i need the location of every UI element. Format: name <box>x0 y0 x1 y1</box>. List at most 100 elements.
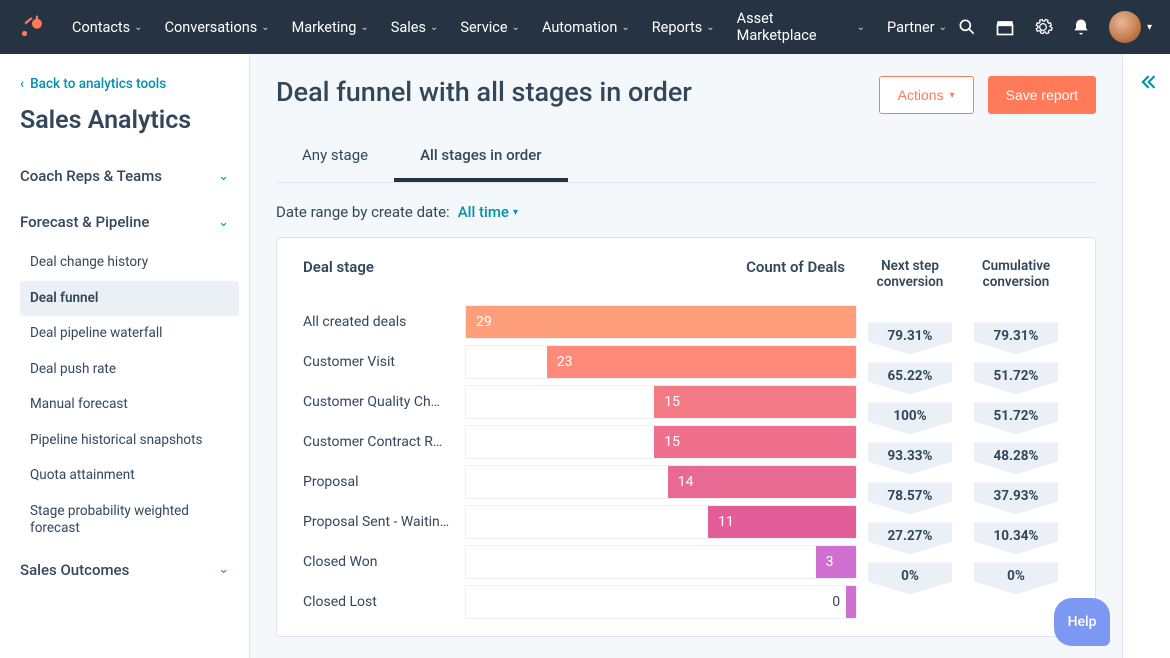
sidebar-group-label: Coach Reps & Teams <box>20 167 162 185</box>
chevron-down-icon: ⌄ <box>512 22 520 33</box>
chevron-down-icon: ⌄ <box>218 169 229 184</box>
funnel-bar-zone: 29 <box>465 305 857 339</box>
tab-all-stages-in-order[interactable]: All stages in order <box>394 132 567 182</box>
tab-any-stage[interactable]: Any stage <box>276 132 394 182</box>
funnel-row: Customer Contract R…1593.33%48.28% <box>303 422 1069 462</box>
funnel-stage-label: Proposal Sent - Waitin… <box>303 514 465 530</box>
date-filter-value-text: All time <box>458 203 509 221</box>
funnel-bar[interactable]: 15 <box>654 426 856 458</box>
funnel-row: Proposal Sent - Waitin…1127.27%10.34% <box>303 502 1069 542</box>
sidebar: ‹ Back to analytics tools Sales Analytic… <box>0 54 250 658</box>
nav-item-sales[interactable]: Sales ⌄ <box>381 4 449 50</box>
funnel-row: Closed Won30%0% <box>303 542 1069 582</box>
funnel-bar[interactable]: 15 <box>654 386 856 418</box>
nav-item-label: Marketing <box>292 19 357 36</box>
chevron-down-icon: ⌄ <box>218 215 229 230</box>
expand-panel-icon[interactable] <box>1137 72 1157 658</box>
funnel-bar[interactable]: 23 <box>547 346 856 378</box>
actions-button[interactable]: Actions ▾ <box>879 76 974 114</box>
nav-item-service[interactable]: Service ⌄ <box>450 4 530 50</box>
nav-item-automation[interactable]: Automation ⌄ <box>532 4 640 50</box>
chevron-down-icon: ⌄ <box>430 22 438 33</box>
sidebar-item-stage-probability-weighted-forecast[interactable]: Stage probability weighted forecast <box>20 494 239 547</box>
funnel-row: Proposal1478.57%37.93% <box>303 462 1069 502</box>
nav-item-label: Partner <box>887 19 935 36</box>
chevron-down-icon: ⌄ <box>857 22 865 33</box>
search-icon[interactable] <box>957 17 977 37</box>
chevron-down-icon: ⌄ <box>621 22 629 33</box>
funnel-stage-label: Customer Visit <box>303 354 465 370</box>
tabs: Any stageAll stages in order <box>276 132 1096 183</box>
funnel-stage-label: Proposal <box>303 474 465 490</box>
nav-item-asset-marketplace[interactable]: Asset Marketplace⌄ <box>727 4 875 50</box>
marketplace-icon[interactable] <box>995 17 1015 37</box>
nav-item-contacts[interactable]: Contacts⌄ <box>62 4 153 50</box>
funnel-stage-label: Customer Quality Ch… <box>303 394 465 410</box>
chevron-down-icon: ▾ <box>950 90 955 101</box>
sidebar-title: Sales Analytics <box>10 102 239 153</box>
nav-item-label: Service <box>460 19 507 36</box>
bell-icon[interactable] <box>1071 17 1091 37</box>
sidebar-item-deal-change-history[interactable]: Deal change history <box>20 245 239 281</box>
chevron-down-icon: ⌄ <box>360 22 368 33</box>
funnel-card: Deal stage Count of Deals Next step conv… <box>276 237 1096 637</box>
nav-items: Contacts⌄Conversations⌄Marketing⌄Sales⌄S… <box>62 4 957 50</box>
next-step-conversion-cell: 79.31% <box>857 306 963 338</box>
hubspot-logo-icon[interactable] <box>18 14 44 40</box>
gear-icon[interactable] <box>1033 17 1053 37</box>
top-nav: Contacts⌄Conversations⌄Marketing⌄Sales⌄S… <box>0 0 1170 54</box>
sidebar-group-label: Forecast & Pipeline <box>20 213 149 231</box>
chevron-down-icon: ⌄ <box>261 22 269 33</box>
sidebar-item-manual-forecast[interactable]: Manual forecast <box>20 387 239 423</box>
nav-item-conversations[interactable]: Conversations⌄ <box>155 4 280 50</box>
nav-item-label: Sales <box>391 19 426 36</box>
sidebar-group-label: Sales Outcomes <box>20 561 129 579</box>
nav-item-marketing[interactable]: Marketing⌄ <box>282 4 379 50</box>
funnel-bar-zone: 3 <box>465 545 857 579</box>
sidebar-group-coach-reps-teams[interactable]: Coach Reps & Teams ⌄ <box>10 153 239 199</box>
nav-right: ▾ <box>957 11 1152 43</box>
funnel-stage-label: All created deals <box>303 314 465 330</box>
nav-item-partner[interactable]: Partner ⌄ <box>877 4 957 50</box>
funnel-stage-label: Closed Lost <box>303 594 465 610</box>
col-header-cumulative: Cumulative conversion <box>963 258 1069 290</box>
sidebar-item-deal-push-rate[interactable]: Deal push rate <box>20 352 239 388</box>
actions-label: Actions <box>898 87 944 103</box>
funnel-bar-zone: 14 <box>465 465 857 499</box>
nav-item-reports[interactable]: Reports⌄ <box>642 4 725 50</box>
chevron-down-icon: ⌄ <box>218 562 229 577</box>
funnel-bar[interactable]: 3 <box>816 546 856 578</box>
save-report-button[interactable]: Save report <box>988 76 1096 114</box>
sidebar-item-quota-attainment[interactable]: Quota attainment <box>20 458 239 494</box>
sidebar-item-deal-funnel[interactable]: Deal funnel <box>20 281 239 317</box>
chevron-down-icon: ⌄ <box>939 22 947 33</box>
date-filter: Date range by create date: All time ▾ <box>276 183 1096 237</box>
funnel-row: Closed Lost 0 <box>303 582 1069 622</box>
date-filter-label: Date range by create date: <box>276 203 450 221</box>
funnel-bar[interactable]: 14 <box>668 466 856 498</box>
account-menu[interactable]: ▾ <box>1109 11 1152 43</box>
right-panel-collapsed <box>1122 54 1170 658</box>
funnel-stage-label: Customer Contract R… <box>303 434 465 450</box>
funnel-bar-zone: 11 <box>465 505 857 539</box>
col-header-next: Next step conversion <box>857 258 963 290</box>
sidebar-item-deal-pipeline-waterfall[interactable]: Deal pipeline waterfall <box>20 316 239 352</box>
page-title: Deal funnel with all stages in order <box>276 76 692 108</box>
date-filter-value[interactable]: All time ▾ <box>458 203 518 221</box>
chevron-down-icon: ⌄ <box>706 22 714 33</box>
chevron-left-icon: ‹ <box>20 76 24 92</box>
back-link[interactable]: ‹ Back to analytics tools <box>10 72 239 102</box>
sidebar-group-forecast-pipeline[interactable]: Forecast & Pipeline ⌄ <box>10 199 239 245</box>
chevron-down-icon: ▾ <box>513 207 518 218</box>
funnel-bar[interactable]: 29 <box>466 306 856 338</box>
sidebar-item-pipeline-historical-snapshots[interactable]: Pipeline historical snapshots <box>20 423 239 459</box>
help-button[interactable]: Help <box>1054 598 1110 646</box>
col-header-stage: Deal stage <box>303 258 465 290</box>
funnel-bar[interactable]: 11 <box>708 506 856 538</box>
funnel-bar-value: 0 <box>832 586 850 618</box>
funnel-row: All created deals2979.31%79.31% <box>303 302 1069 342</box>
back-link-label: Back to analytics tools <box>30 76 166 92</box>
sidebar-group-sales-outcomes[interactable]: Sales Outcomes ⌄ <box>10 547 239 593</box>
avatar <box>1109 11 1141 43</box>
nav-item-label: Automation <box>542 19 617 36</box>
